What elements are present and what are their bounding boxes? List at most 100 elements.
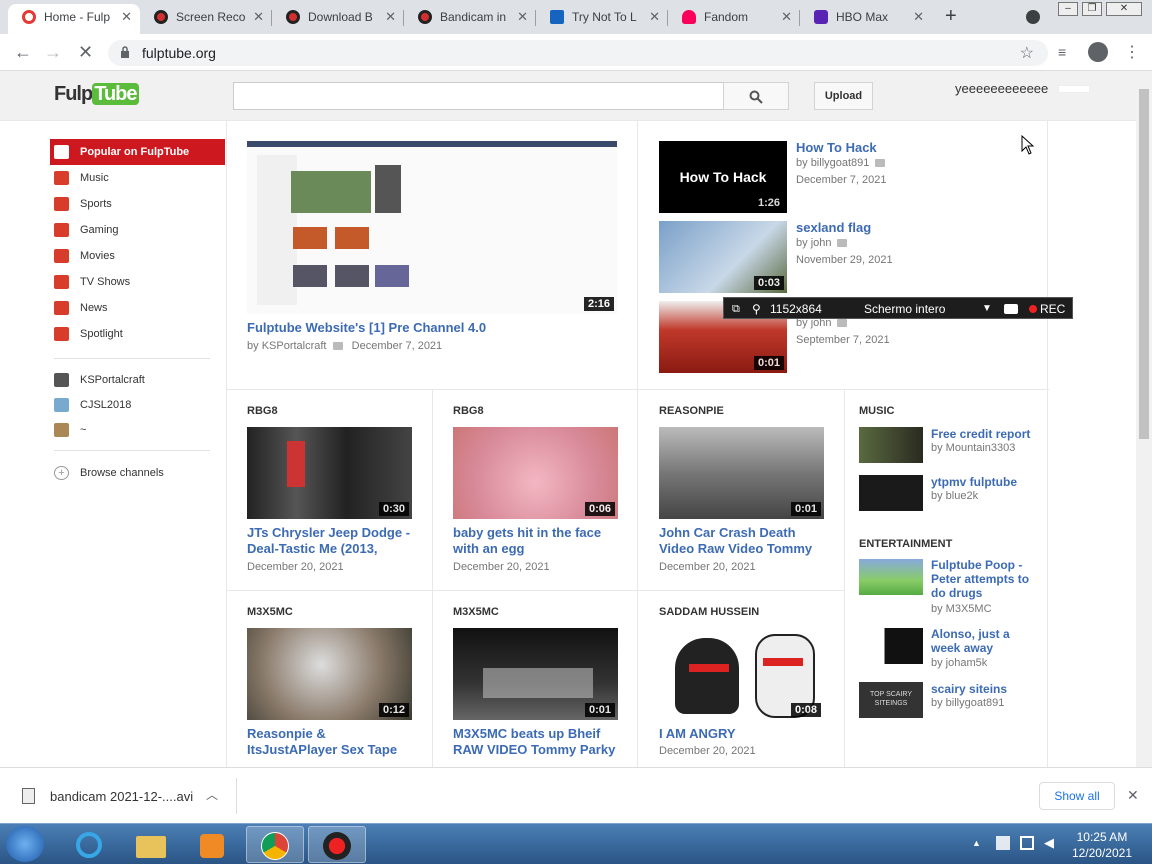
tab-hbo-max[interactable]: HBO Max ✕ <box>800 4 932 34</box>
window-select-icon[interactable]: ⧉ <box>732 298 740 320</box>
tab-fandom[interactable]: Fandom ✕ <box>668 4 800 34</box>
sidebar-item-movies[interactable]: Movies <box>50 243 225 269</box>
new-tab-button[interactable]: + <box>945 5 957 28</box>
channel-link[interactable]: KSPortalcraft <box>262 340 327 352</box>
show-all-button[interactable]: Show all <box>1039 782 1115 810</box>
subscription-tilde[interactable]: ~ <box>50 417 225 443</box>
scrollbar-thumb[interactable] <box>1139 89 1149 439</box>
network-icon[interactable] <box>1020 836 1034 850</box>
close-icon[interactable]: ✕ <box>517 4 528 30</box>
video-thumbnail[interactable]: TOP SCAIRY SITEINGS <box>859 682 923 718</box>
featured-thumbnail[interactable]: 2:16 <box>247 141 617 314</box>
back-arrow-icon[interactable]: ← <box>14 42 32 63</box>
sidebar-item-tv-shows[interactable]: TV Shows <box>50 269 225 295</box>
page-scrollbar[interactable] <box>1136 71 1152 767</box>
close-icon[interactable]: ✕ <box>253 4 264 30</box>
sidebar-item-sports[interactable]: Sports <box>50 191 225 217</box>
video-title[interactable]: John Car Crash Death Video Raw Video Tomm… <box>659 525 834 557</box>
video-channel[interactable]: by M3X5MC <box>931 603 992 615</box>
sidebar-item-music[interactable]: Music <box>50 165 225 191</box>
maximize-button[interactable]: ❐ <box>1082 2 1102 16</box>
tab-screen-recorder[interactable]: Screen Reco ✕ <box>140 4 272 34</box>
media-control-icon[interactable]: ≡ <box>1058 44 1066 60</box>
zoom-icon[interactable]: ⚲ <box>752 298 761 320</box>
channel-heading[interactable]: RBG8 <box>453 405 484 417</box>
video-channel[interactable]: by billygoat891 <box>931 697 1004 709</box>
video-thumbnail[interactable]: 0:03 <box>659 221 787 293</box>
browse-channels-link[interactable]: + Browse channels <box>50 460 225 486</box>
username-label[interactable]: yeeeeeeeeeeee <box>955 81 1048 96</box>
tab-home-fulptube[interactable]: Home - Fulp ✕ <box>8 4 140 34</box>
sidebar-item-popular[interactable]: Popular on FulpTube <box>50 139 225 165</box>
camera-icon[interactable] <box>1004 304 1018 314</box>
rec-button[interactable]: REC <box>1040 298 1065 320</box>
section-heading-music[interactable]: MUSIC <box>859 405 894 417</box>
volume-icon[interactable]: ◀ <box>1044 835 1054 851</box>
video-title[interactable]: Alonso, just a week away <box>931 627 1010 655</box>
channel-heading[interactable]: REASONPIE <box>659 405 724 417</box>
video-title[interactable]: sexland flag <box>796 220 871 236</box>
close-icon[interactable]: ✕ <box>1127 787 1139 804</box>
video-title[interactable]: JTs Chrysler Jeep Dodge - Deal-Tastic Me … <box>247 525 422 557</box>
video-thumbnail[interactable]: 0:30 <box>247 427 412 519</box>
close-icon[interactable]: ✕ <box>913 4 924 30</box>
video-thumbnail[interactable]: How To Hack 1:26 <box>659 141 787 213</box>
video-title[interactable]: Free credit report <box>931 426 1030 442</box>
kebab-menu-icon[interactable]: ⋮ <box>1124 42 1140 62</box>
video-title[interactable]: scairy siteins <box>931 681 1007 697</box>
video-channel[interactable]: by joham5k <box>931 657 987 669</box>
video-title[interactable]: I AM ANGRY <box>659 726 834 742</box>
video-channel[interactable]: by blue2k <box>931 490 978 502</box>
video-title[interactable]: M3X5MC beats up Bheif RAW VIDEO Tommy Par… <box>453 726 628 758</box>
video-title[interactable]: baby gets hit in the face with an egg <box>453 525 628 557</box>
subscription-cjsl2018[interactable]: CJSL2018 <box>50 392 225 418</box>
video-thumbnail[interactable]: 0:12 <box>247 628 412 720</box>
sidebar-item-news[interactable]: News <box>50 295 225 321</box>
video-thumbnail[interactable] <box>859 628 923 664</box>
bandicam-taskbar-icon[interactable] <box>308 826 366 863</box>
close-icon[interactable]: ✕ <box>121 4 132 30</box>
video-title[interactable]: Fulptube Poop - Peter attempts to do drugs <box>931 558 1029 600</box>
channel-heading[interactable]: RBG8 <box>247 405 278 417</box>
search-input[interactable] <box>233 82 724 110</box>
video-thumbnail[interactable]: 0:06 <box>453 427 618 519</box>
close-window-button[interactable]: ✕ <box>1106 2 1142 16</box>
recorder-mode[interactable]: Schermo intero <box>864 298 945 320</box>
fulptube-logo[interactable]: Fulp Tube <box>54 83 139 106</box>
video-thumbnail[interactable]: 0:08 <box>659 628 824 720</box>
close-icon[interactable]: ✕ <box>385 4 396 30</box>
close-icon[interactable]: ✕ <box>649 4 660 30</box>
file-explorer-icon[interactable] <box>122 826 180 863</box>
media-player-icon[interactable] <box>184 826 242 863</box>
chevron-up-icon[interactable]: ︿ <box>206 786 218 803</box>
section-heading-entertainment[interactable]: ENTERTAINMENT <box>859 538 952 550</box>
start-button[interactable] <box>6 826 44 862</box>
subscription-ksportalcraft[interactable]: KSPortalcraft <box>50 367 225 393</box>
channel-heading[interactable]: SADDAM HUSSEIN <box>659 606 759 618</box>
chrome-taskbar-icon[interactable] <box>246 826 304 863</box>
forward-arrow-icon[interactable]: → <box>44 42 62 63</box>
profile-avatar-icon[interactable] <box>1088 42 1108 62</box>
tab-search-icon[interactable] <box>1026 10 1040 24</box>
search-button[interactable] <box>723 82 789 110</box>
sidebar-item-spotlight[interactable]: Spotlight <box>50 321 225 347</box>
video-channel[interactable]: by Mountain3303 <box>931 442 1015 454</box>
tab-bandicam[interactable]: Bandicam in ✕ <box>404 4 536 34</box>
video-thumbnail[interactable] <box>859 559 923 595</box>
video-thumbnail[interactable] <box>859 427 923 463</box>
video-title[interactable]: How To Hack <box>796 140 877 156</box>
minimize-button[interactable]: – <box>1058 2 1078 16</box>
channel-heading[interactable]: M3X5MC <box>247 606 293 618</box>
tab-try-not-to[interactable]: Try Not To L ✕ <box>536 4 668 34</box>
show-hidden-icons-icon[interactable]: ▲ <box>972 838 981 848</box>
action-center-icon[interactable] <box>996 836 1010 850</box>
tab-download-bandicam[interactable]: Download B ✕ <box>272 4 404 34</box>
close-icon[interactable]: ✕ <box>781 4 792 30</box>
bookmark-star-icon[interactable]: ☆ <box>1020 43 1034 63</box>
featured-video-title[interactable]: Fulptube Website's [1] Pre Channel 4.0 <box>247 320 617 336</box>
video-thumbnail[interactable]: 0:01 <box>659 427 824 519</box>
channel-heading[interactable]: M3X5MC <box>453 606 499 618</box>
download-filename[interactable]: bandicam 2021-12-....avi <box>50 789 193 804</box>
video-title[interactable]: Reasonpie & ItsJustAPlayer Sex Tape <box>247 726 422 758</box>
dropdown-arrow-icon[interactable]: ▼ <box>982 298 992 320</box>
